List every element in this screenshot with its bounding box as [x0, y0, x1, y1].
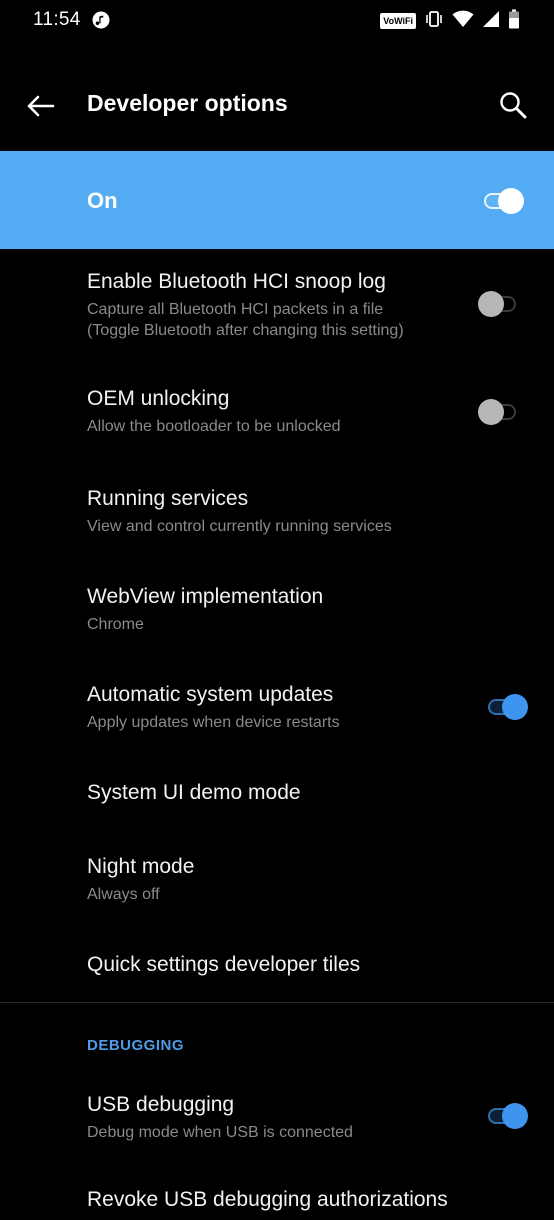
- setting-revoke-usb-debugging-authorizations[interactable]: Revoke USB debugging authorizations: [0, 1180, 554, 1220]
- section-header-debugging: DEBUGGING: [87, 1037, 185, 1054]
- back-button[interactable]: [20, 86, 60, 126]
- usb-debugging-toggle[interactable]: [484, 1101, 530, 1131]
- setting-title: WebView implementation: [87, 585, 324, 608]
- back-arrow-icon: [27, 95, 55, 117]
- vibrate-icon: [424, 9, 444, 34]
- section-divider: [0, 1002, 554, 1003]
- setting-summary: Always off: [87, 886, 160, 903]
- status-bar: 11:54 VoWiFi: [0, 0, 554, 44]
- setting-title: Automatic system updates: [87, 683, 334, 706]
- setting-summary: Apply updates when device restarts: [87, 714, 340, 731]
- cell-signal-icon: [482, 10, 500, 33]
- setting-summary: View and control currently running servi…: [87, 518, 392, 535]
- oem-unlocking-toggle[interactable]: [478, 397, 524, 427]
- setting-summary: Capture all Bluetooth HCI packets in a f…: [87, 301, 384, 318]
- setting-night-mode[interactable]: Night mode Always off: [0, 843, 554, 923]
- setting-oem-unlocking[interactable]: OEM unlocking Allow the bootloader to be…: [0, 375, 554, 455]
- master-switch-label: On: [87, 188, 118, 213]
- battery-icon: [508, 9, 520, 34]
- app-bar: Developer options: [0, 60, 554, 150]
- setting-running-services[interactable]: Running services View and control curren…: [0, 475, 554, 555]
- setting-webview-implementation[interactable]: WebView implementation Chrome: [0, 573, 554, 653]
- setting-quick-settings-developer-tiles[interactable]: Quick settings developer tiles: [0, 941, 554, 997]
- setting-title: Enable Bluetooth HCI snoop log: [87, 270, 386, 293]
- master-switch-bar[interactable]: On: [0, 151, 554, 249]
- setting-usb-debugging[interactable]: USB debugging Debug mode when USB is con…: [0, 1081, 554, 1161]
- setting-summary: Allow the bootloader to be unlocked: [87, 418, 341, 435]
- bluetooth-hci-snoop-toggle[interactable]: [478, 289, 524, 319]
- master-switch-toggle[interactable]: [480, 186, 526, 216]
- setting-title: Night mode: [87, 855, 195, 878]
- setting-summary: (Toggle Bluetooth after changing this se…: [87, 322, 404, 339]
- setting-title: Quick settings developer tiles: [87, 953, 361, 976]
- status-time: 11:54: [33, 9, 81, 30]
- wifi-icon: [452, 10, 474, 33]
- setting-summary: Chrome: [87, 616, 144, 633]
- setting-title: System UI demo mode: [87, 781, 301, 804]
- page-title: Developer options: [87, 90, 288, 116]
- setting-title: OEM unlocking: [87, 387, 230, 410]
- music-note-icon: [92, 11, 110, 29]
- setting-automatic-system-updates[interactable]: Automatic system updates Apply updates w…: [0, 671, 554, 751]
- setting-summary: Debug mode when USB is connected: [87, 1124, 353, 1141]
- vowifi-badge: VoWiFi: [380, 13, 416, 29]
- setting-bluetooth-hci-snoop-log[interactable]: Enable Bluetooth HCI snoop log Capture a…: [0, 258, 554, 353]
- status-icons: VoWiFi: [380, 9, 520, 34]
- setting-title: USB debugging: [87, 1093, 235, 1116]
- automatic-system-updates-toggle[interactable]: [484, 692, 530, 722]
- setting-system-ui-demo-mode[interactable]: System UI demo mode: [0, 769, 554, 825]
- search-button[interactable]: [492, 84, 534, 126]
- search-icon: [500, 92, 527, 119]
- setting-title: Revoke USB debugging authorizations: [87, 1188, 448, 1211]
- setting-title: Running services: [87, 487, 249, 510]
